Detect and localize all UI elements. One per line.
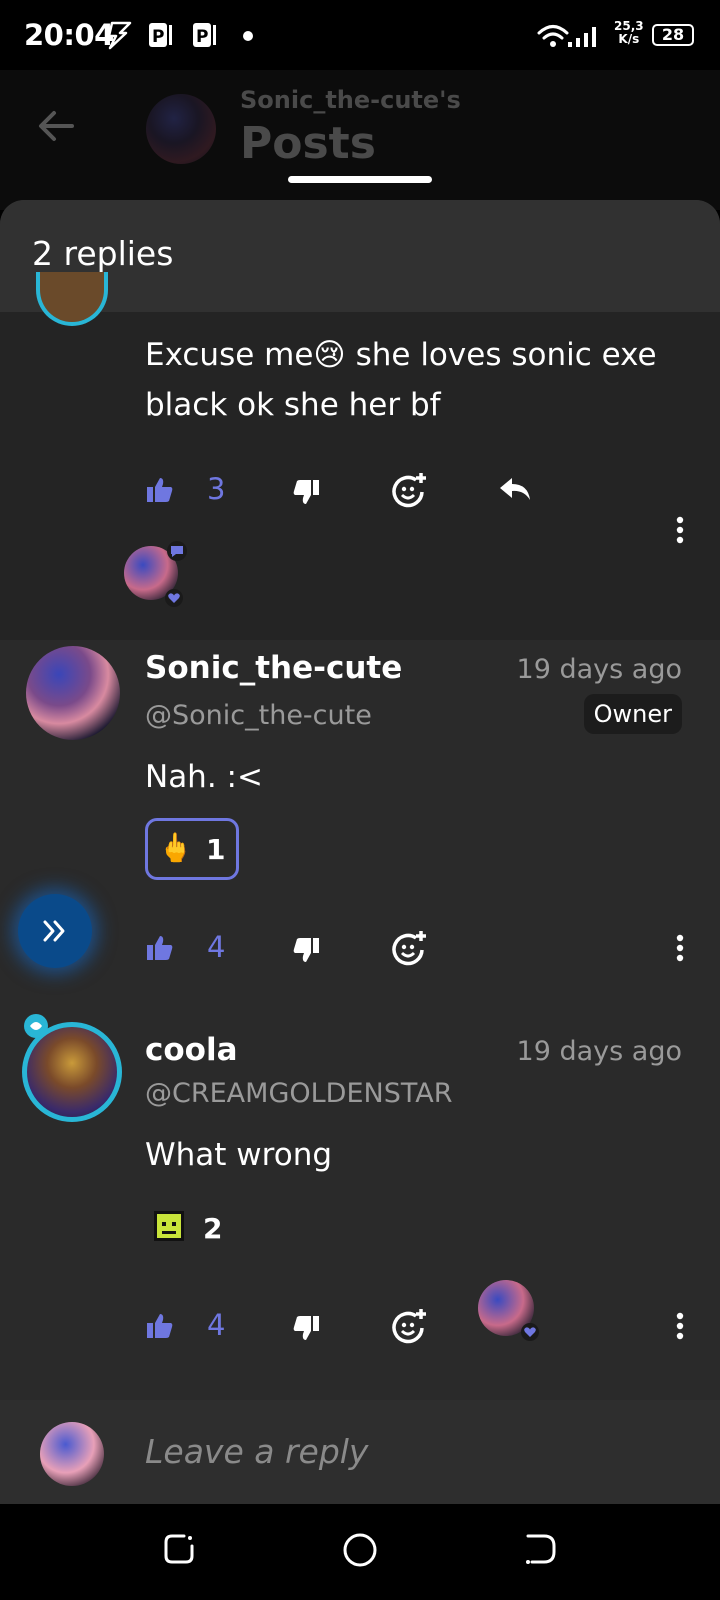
reply-input[interactable]: Leave a reply	[145, 1432, 368, 1471]
sheet-drag-handle[interactable]	[288, 176, 432, 183]
thumbs-down-icon[interactable]	[292, 936, 320, 964]
reaction-count: 1	[206, 833, 226, 866]
middle-finger-emoji: 🖕	[158, 831, 193, 864]
reply-timestamp: 19 days ago	[516, 1036, 682, 1067]
more-vert-icon[interactable]	[676, 516, 684, 544]
add-reaction-icon[interactable]	[392, 1308, 428, 1344]
reply-composer[interactable]: Leave a reply	[0, 1400, 720, 1504]
reply-author-name[interactable]: coola	[145, 1032, 238, 1068]
replies-sheet: 2 replies Excuse me😢 she loves sonic exe…	[0, 200, 720, 1504]
dot-icon	[243, 31, 253, 41]
battery-icon: 28	[652, 24, 694, 46]
more-vert-icon[interactable]	[676, 934, 684, 962]
parent-comment: Excuse me😢 she loves sonic exe black ok …	[0, 272, 720, 640]
svg-text:P: P	[196, 27, 208, 47]
heart-icon	[521, 1323, 539, 1341]
reply-icon[interactable]	[498, 476, 532, 504]
page-title: Posts	[240, 118, 376, 169]
chat-bubble-icon	[167, 541, 187, 561]
comment-text: Excuse me😢 she loves sonic exe black ok …	[145, 330, 657, 430]
add-reaction-icon[interactable]	[392, 472, 428, 508]
comment-actions: 3	[0, 472, 720, 512]
reaction-chip[interactable]: 2	[145, 1200, 235, 1254]
like-count: 4	[207, 930, 226, 964]
svg-text:P: P	[152, 27, 164, 47]
thumbs-down-icon[interactable]	[292, 478, 320, 506]
comment-text-line: black ok she her bf	[145, 387, 441, 423]
my-avatar	[40, 1422, 104, 1486]
avatar[interactable]	[26, 646, 120, 740]
reaction-chip[interactable]: 🖕 1	[145, 818, 239, 880]
battery-level: 28	[661, 25, 685, 44]
recent-apps-icon[interactable]	[162, 1532, 196, 1566]
face-emoji-icon	[154, 1211, 184, 1241]
thumbs-up-icon[interactable]	[146, 934, 174, 962]
avatar	[146, 94, 216, 164]
reply-actions: 4	[0, 930, 720, 970]
thumbs-up-icon[interactable]	[146, 1312, 174, 1340]
add-reaction-icon[interactable]	[392, 930, 428, 966]
parking-icon: P	[193, 23, 216, 47]
clock: 20:04	[24, 18, 114, 52]
more-vert-icon[interactable]	[676, 1312, 684, 1340]
posts-owner: Sonic_the-cute's	[240, 86, 461, 114]
avatar-badge-icon	[24, 1014, 48, 1038]
heart-icon	[165, 589, 183, 607]
reply-timestamp: 19 days ago	[516, 654, 682, 685]
back-icon[interactable]	[524, 1532, 558, 1566]
sheet-header: 2 replies	[0, 200, 720, 312]
like-count: 4	[207, 1308, 226, 1342]
lightning-icon	[107, 21, 132, 50]
back-arrow-icon[interactable]	[38, 110, 74, 142]
comment-text-line: Excuse me😢 she loves sonic exe	[145, 337, 657, 373]
thumbs-up-icon[interactable]	[146, 476, 174, 504]
replies-count-title: 2 replies	[32, 234, 174, 273]
status-bar: 20:04 P P 25,3 K/s 28	[0, 0, 720, 70]
background-header: Sonic_the-cute's Posts	[0, 70, 720, 210]
system-nav-bar	[0, 1504, 720, 1600]
owner-badge: Owner	[583, 694, 682, 734]
like-count: 3	[207, 472, 226, 506]
reply-author-name[interactable]: Sonic_the-cute	[145, 650, 402, 686]
reply-text: What wrong	[145, 1137, 333, 1173]
reply-actions: 4	[0, 1280, 720, 1348]
network-speed: 25,3 K/s	[614, 20, 644, 46]
thumbs-down-icon[interactable]	[292, 1314, 320, 1342]
signal-icon	[568, 27, 596, 47]
reply-author-handle: @CREAMGOLDENSTAR	[145, 1078, 453, 1109]
fast-forward-icon	[43, 920, 65, 942]
expand-button[interactable]	[18, 894, 92, 968]
speed-unit: K/s	[618, 32, 640, 46]
parking-icon: P	[149, 23, 172, 47]
reply-author-handle: @Sonic_the-cute	[145, 700, 372, 731]
reply-text: Nah. :<	[145, 759, 263, 795]
home-icon[interactable]	[342, 1532, 378, 1568]
wifi-icon	[537, 25, 569, 47]
avatar	[36, 272, 108, 326]
reaction-count: 2	[203, 1212, 223, 1245]
